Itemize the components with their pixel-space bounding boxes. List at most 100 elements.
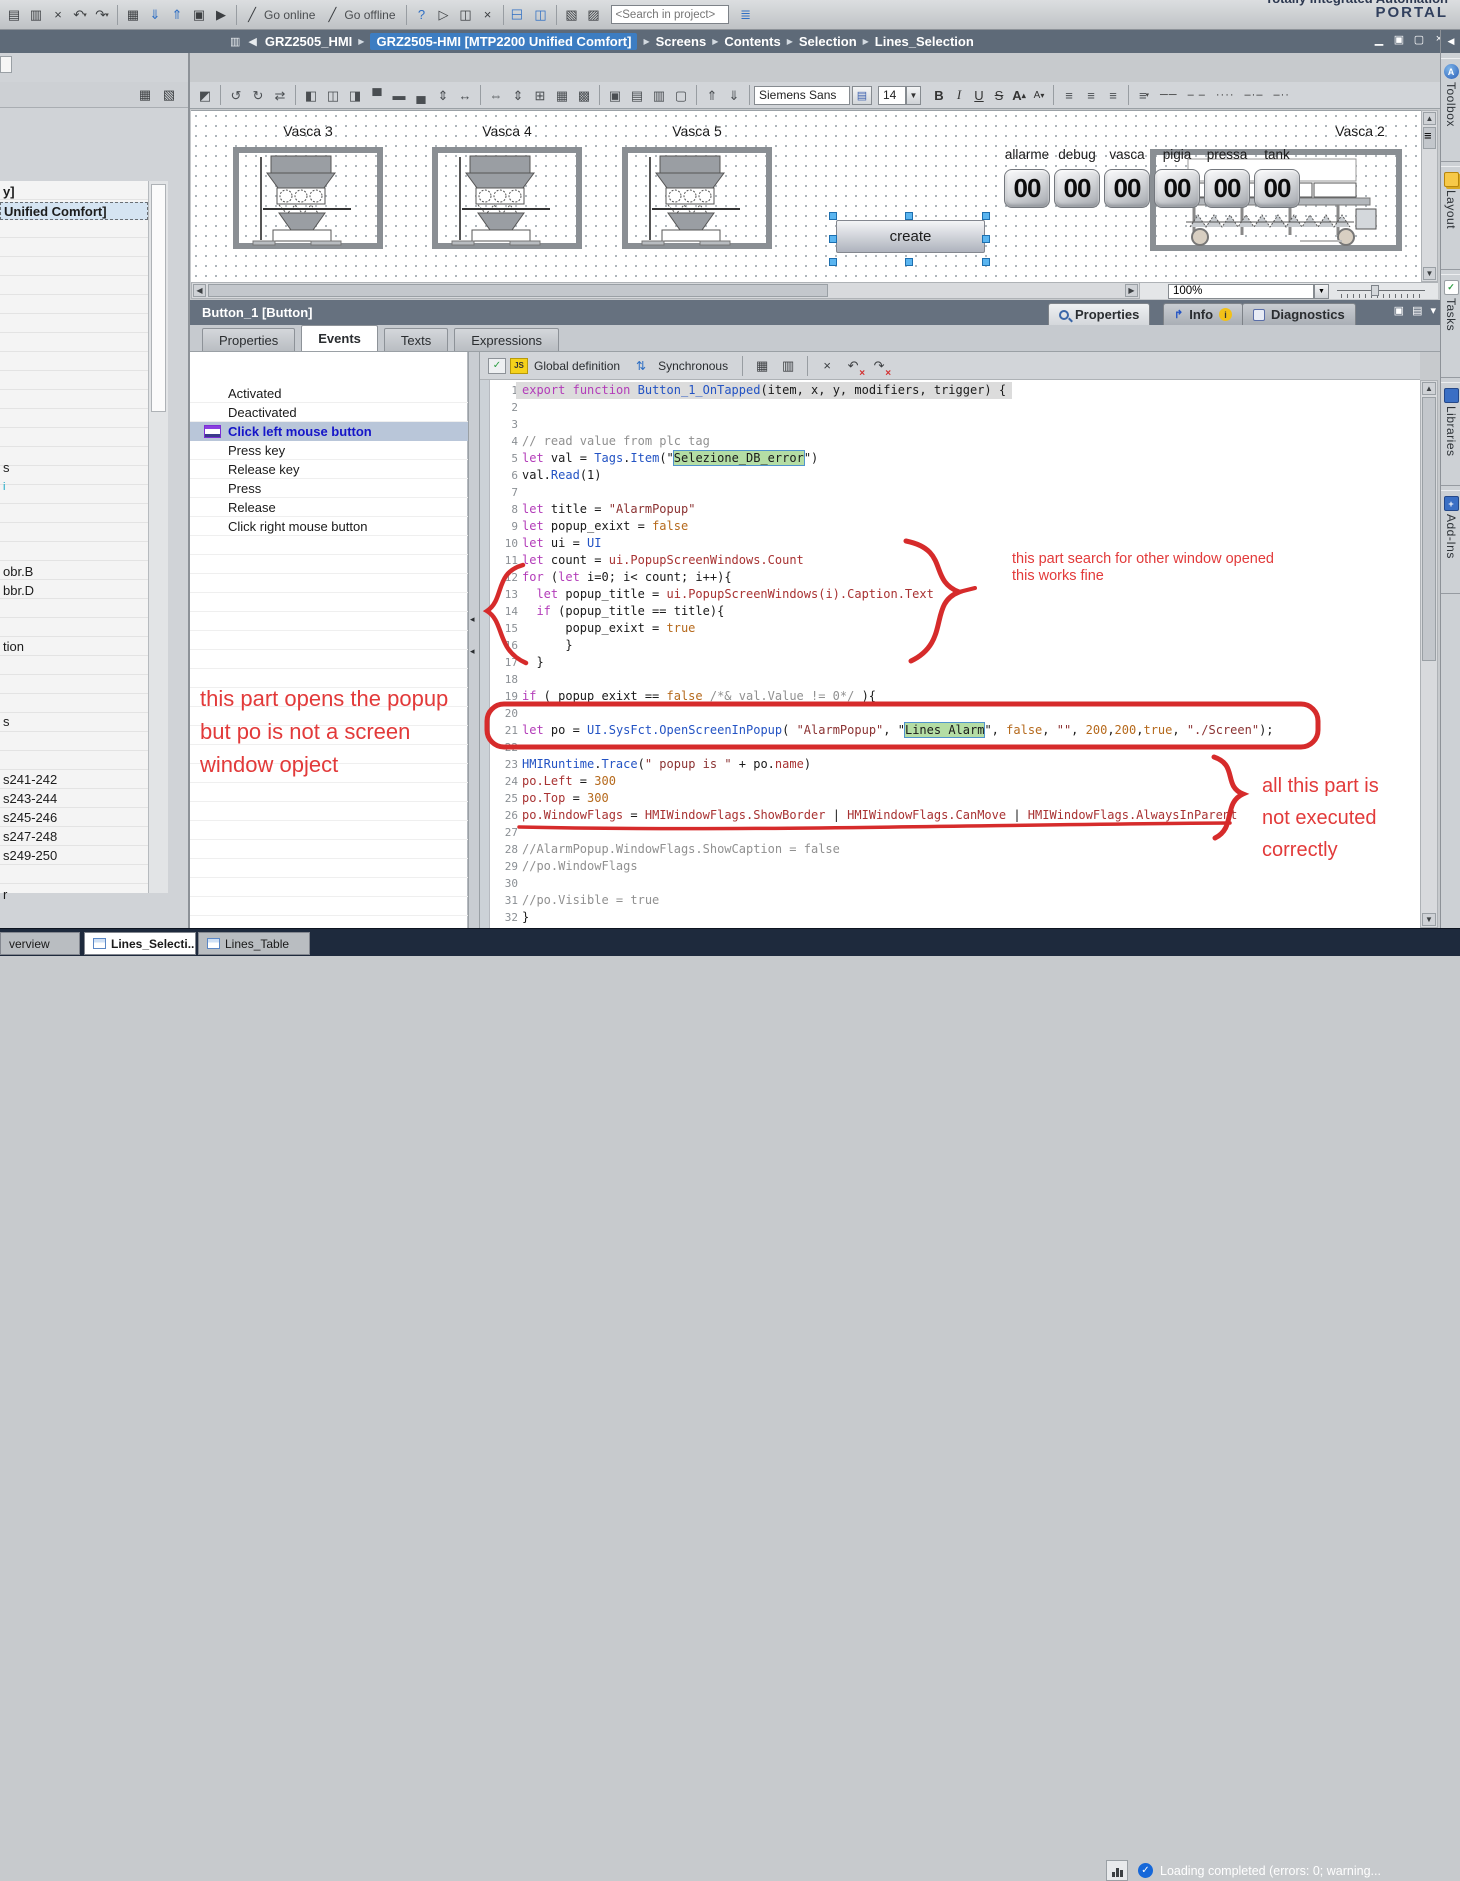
ungroup-icon[interactable]: ⇓ <box>723 84 745 106</box>
code-line[interactable]: 31//po.Visible = true <box>480 892 1420 909</box>
selection-handle[interactable] <box>982 235 990 243</box>
download-to-device-icon[interactable]: ⇓ <box>144 4 166 26</box>
tree-item[interactable]: bbr.D <box>3 582 34 600</box>
portal-view-icon[interactable] <box>1106 1860 1128 1881</box>
start-runtime-icon[interactable]: ▶ <box>210 4 232 26</box>
search-input[interactable] <box>611 5 729 24</box>
breadcrumb-item[interactable]: Screens <box>656 34 707 49</box>
code-line[interactable]: 9let popup_exixt = false <box>480 518 1420 535</box>
align-left-icon[interactable]: ◧ <box>300 84 322 106</box>
font-size-select[interactable]: 14 <box>878 86 906 105</box>
go-offline-label[interactable]: Go offline <box>344 8 395 22</box>
underline-button[interactable]: U <box>969 85 989 105</box>
create-button[interactable]: create <box>836 220 985 253</box>
watch-table-icon[interactable]: ▧ <box>561 4 583 26</box>
side-tab-libraries[interactable]: Libraries <box>1441 382 1460 486</box>
scroll-left-icon[interactable]: ◀ <box>193 284 206 297</box>
selection-handle[interactable] <box>982 212 990 220</box>
undo-icon[interactable]: ↶▾ <box>69 4 91 26</box>
line-style-2[interactable]: ···· <box>1216 89 1235 101</box>
code-line[interactable]: 25po.Top = 300 <box>480 790 1420 807</box>
scrollbar-thumb[interactable] <box>151 184 166 412</box>
canvas-hscrollbar[interactable]: ◀ ▶ <box>191 282 1140 299</box>
scrollbar-thumb[interactable]: ≡ <box>1423 127 1436 149</box>
selection-handle[interactable] <box>829 212 837 220</box>
tab-diagnostics[interactable]: Diagnostics <box>1242 303 1356 325</box>
tree-item[interactable]: Unified Comfort] <box>0 202 148 220</box>
breadcrumb-item[interactable]: Lines_Selection <box>875 34 974 49</box>
code-vscrollbar[interactable]: ▲ ▼ <box>1420 380 1438 928</box>
code-line[interactable]: 23HMIRuntime.Trace(" popup is " + po.nam… <box>480 756 1420 773</box>
event-item[interactable]: Click right mouse button <box>190 517 468 536</box>
split-vertical-icon[interactable]: ◫ <box>530 4 552 26</box>
slider-thumb[interactable] <box>1371 285 1379 296</box>
side-tab-layout[interactable]: Layout <box>1441 166 1460 270</box>
tab-properties[interactable]: Properties <box>202 328 295 351</box>
scroll-down-icon[interactable]: ▼ <box>1422 913 1436 926</box>
redo-script-icon[interactable]: ↷ <box>868 355 890 377</box>
javascript-icon[interactable]: JS <box>510 358 528 374</box>
tab-texts[interactable]: Texts <box>384 328 448 351</box>
breadcrumb-item[interactable]: GRZ2505-HMI [MTP2200 Unified Comfort] <box>370 33 637 50</box>
io-display[interactable]: 00 <box>1054 169 1100 208</box>
snippets-icon[interactable]: ▦ <box>751 355 773 377</box>
code-line[interactable]: 16 } <box>480 637 1420 654</box>
tab-events[interactable]: Events <box>301 325 378 351</box>
code-line[interactable]: 32} <box>480 909 1420 926</box>
scrollbar-thumb[interactable] <box>208 284 828 297</box>
code-line[interactable]: 12for (let i=0; i< count; i++){ <box>480 569 1420 586</box>
selection-handle[interactable] <box>982 258 990 266</box>
bring-forward-icon[interactable]: ▤ <box>626 84 648 106</box>
tree-item[interactable]: s <box>3 713 10 731</box>
tank-graphic-vasca5[interactable] <box>622 147 772 249</box>
synchronous-icon[interactable]: ⇅ <box>630 355 652 377</box>
collapse-left-icon[interactable]: ◀ <box>248 35 256 48</box>
justify-left-icon[interactable]: ≡ <box>1058 84 1080 106</box>
italic-button[interactable]: I <box>949 85 969 105</box>
bold-button[interactable]: B <box>929 85 949 105</box>
scroll-right-icon[interactable]: ▶ <box>1125 284 1138 297</box>
code-line[interactable]: 13 let popup_title = ui.PopupScreenWindo… <box>480 586 1420 603</box>
overview-icon[interactable]: ▧ <box>158 84 180 106</box>
code-line[interactable]: 8let title = "AlarmPopup" <box>480 501 1420 518</box>
code-line[interactable]: 17 } <box>480 654 1420 671</box>
strikethrough-button[interactable]: S <box>989 85 1009 105</box>
accessible-devices-icon[interactable]: ? <box>411 4 433 26</box>
tree-item[interactable]: tion <box>3 638 24 656</box>
zoom-dropdown-icon[interactable]: ▼ <box>1314 284 1329 299</box>
upload-from-device-icon[interactable]: ⇑ <box>166 4 188 26</box>
send-backward-icon[interactable]: ▥ <box>648 84 670 106</box>
tree-item[interactable]: y] <box>3 183 15 201</box>
tree-item[interactable]: s247-248 <box>3 828 57 846</box>
code-line[interactable]: 6val.Read(1) <box>480 467 1420 484</box>
canvas-vscrollbar[interactable]: ▲ ≡ ▼ <box>1421 110 1438 282</box>
scrollbar-thumb[interactable] <box>1422 397 1436 661</box>
tank-graphic-vasca4[interactable] <box>432 147 582 249</box>
event-item[interactable]: Press <box>190 479 468 498</box>
code-line[interactable]: 21let po = UI.SysFct.OpenScreenInPopup( … <box>480 722 1420 739</box>
event-item[interactable]: Release <box>190 498 468 517</box>
code-line[interactable]: 5let val = Tags.Item("Selezione_DB_error… <box>480 450 1420 467</box>
code-line[interactable]: 14 if (popup_title == title){ <box>480 603 1420 620</box>
center-vertical-icon[interactable]: ⇕ <box>432 84 454 106</box>
panel-menu-icon[interactable]: ▤ <box>1412 304 1422 317</box>
float-panel-icon[interactable]: ▣ <box>1394 304 1404 317</box>
line-weight-icon[interactable]: ≡▾ <box>1133 84 1155 106</box>
editor-tab-0[interactable]: verview <box>0 932 80 955</box>
code-line[interactable]: 20 <box>480 705 1420 722</box>
side-tab-tasks[interactable]: ✓Tasks <box>1441 274 1460 378</box>
selection-handle[interactable] <box>829 258 837 266</box>
redo-icon[interactable]: ↷▾ <box>91 4 113 26</box>
scroll-up-icon[interactable]: ▲ <box>1422 382 1436 395</box>
code-line[interactable]: 11let count = ui.PopupScreenWindows.Coun… <box>480 552 1420 569</box>
code-line[interactable]: 26po.WindowFlags = HMIWindowFlags.ShowBo… <box>480 807 1420 824</box>
code-line[interactable]: 29//po.WindowFlags <box>480 858 1420 875</box>
tab-info[interactable]: ↱ Info i <box>1163 303 1243 325</box>
align-center-icon[interactable]: ◫ <box>322 84 344 106</box>
tree-item[interactable]: r <box>3 886 7 904</box>
details-view-icon[interactable]: ▦ <box>134 84 156 106</box>
line-style-3[interactable]: –·– <box>1245 89 1264 101</box>
compile-icon[interactable]: ▦ <box>122 4 144 26</box>
splitter-collapse-icon[interactable]: ◂ <box>470 614 475 625</box>
go-online-icon[interactable]: ╱ <box>241 4 263 26</box>
